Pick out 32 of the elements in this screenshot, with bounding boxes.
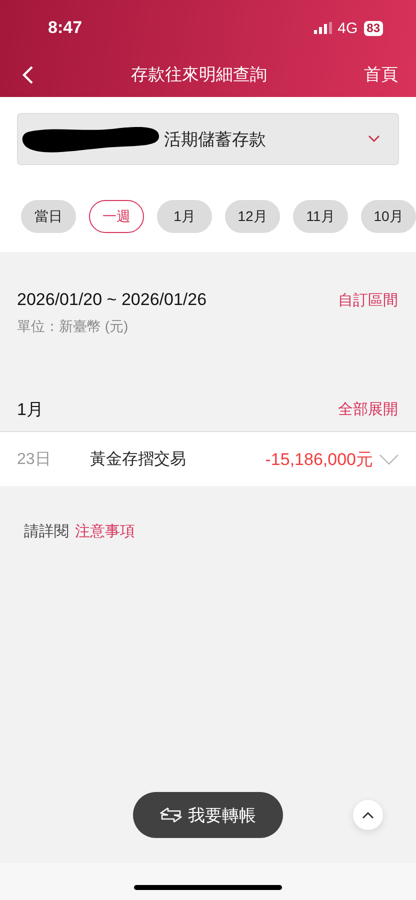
period-tab[interactable]: 11月 [293, 200, 348, 233]
transfer-icon [160, 807, 182, 823]
notice-text: 請詳閱 [24, 522, 69, 541]
notice-link[interactable]: 注意事項 [75, 522, 135, 541]
chevron-up-icon [362, 811, 374, 819]
expand-all-link[interactable]: 全部展開 [338, 400, 398, 419]
network-label: 4G [338, 20, 358, 36]
currency-unit: 單位：新臺幣 (元) [16, 317, 130, 336]
custom-range-link[interactable]: 自訂區間 [338, 290, 398, 310]
battery-level: 83 [364, 20, 383, 36]
status-time: 8:47 [48, 18, 84, 38]
transaction-description: 黃金存摺交易 [90, 450, 187, 470]
back-button[interactable] [22, 66, 34, 84]
home-link[interactable]: 首頁 [364, 63, 398, 86]
account-dropdown[interactable]: 活期儲蓄存款 [17, 113, 399, 165]
page-title: 存款往來明細查詢 [130, 64, 268, 86]
transaction-amount: -15,186,000元 [265, 448, 373, 470]
month-heading: 1月 [17, 399, 44, 421]
period-tab[interactable]: 12月 [225, 200, 280, 233]
date-range: 2026/01/20 ~ 2026/01/26 [17, 290, 207, 310]
transaction-day: 23日 [17, 448, 90, 470]
transfer-button[interactable]: 我要轉帳 [133, 792, 283, 838]
period-tab[interactable]: 當日 [21, 200, 76, 233]
transaction-row[interactable]: 23日 黃金存摺交易 -15,186,000元 [0, 431, 416, 486]
scroll-top-button[interactable] [353, 800, 383, 830]
period-tab[interactable]: 10月 [361, 200, 416, 233]
period-tab[interactable]: 1月 [157, 200, 212, 233]
period-tab[interactable]: 一週 [89, 200, 144, 233]
chevron-down-icon [379, 454, 399, 464]
chevron-down-icon [368, 135, 380, 143]
back-icon [22, 66, 34, 84]
signal-icon [314, 22, 332, 34]
